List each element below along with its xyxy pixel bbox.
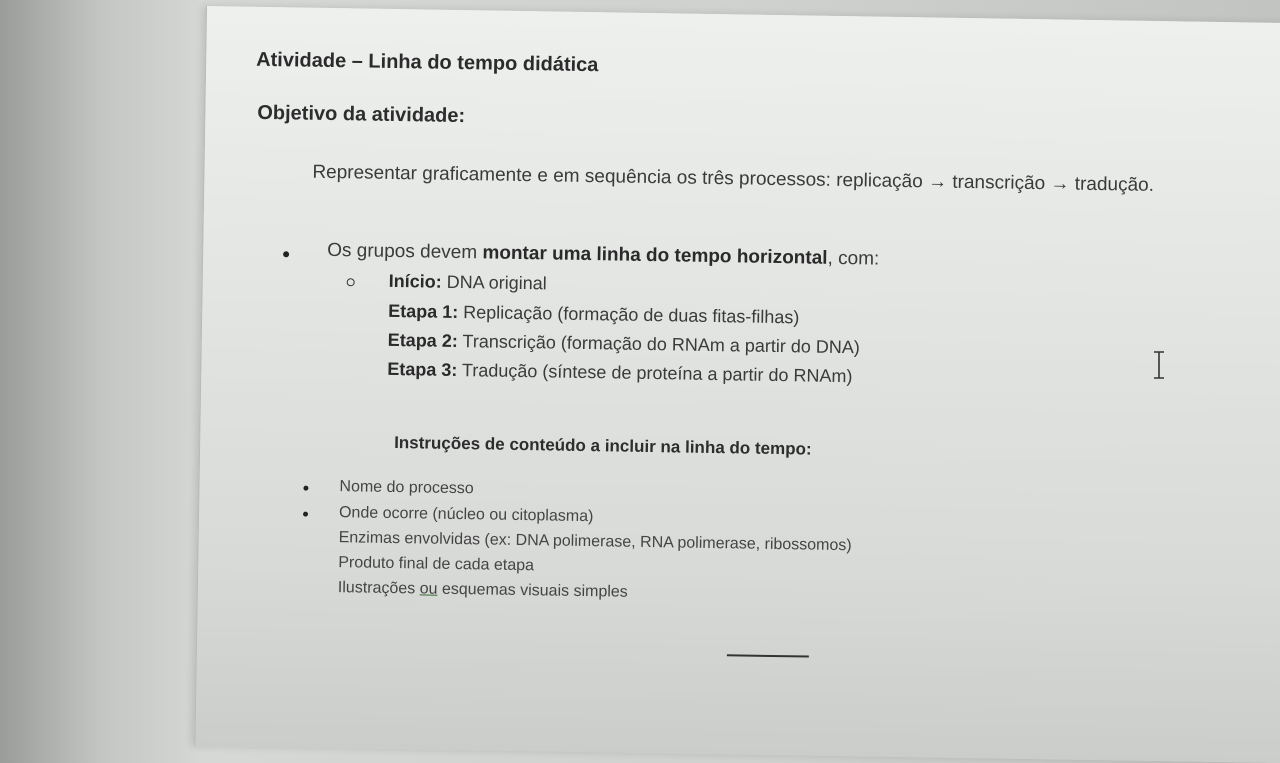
bullet-icon — [303, 485, 309, 491]
instruction-text: esquemas visuais simples — [437, 580, 628, 601]
timeline-intro-suffix: , com: — [827, 247, 880, 270]
bullet-icon — [302, 511, 309, 517]
stage-text: DNA original — [441, 271, 547, 294]
stage-text: Replicação (formação de duas fitas-filha… — [458, 302, 800, 328]
instruction-item: Produto final de cada etapa — [338, 554, 535, 575]
instruction-item: Nome do processo — [339, 478, 474, 498]
stage-label: Etapa 2: — [387, 329, 458, 351]
stage-item: Etapa 2: Transcrição (formação do RNAm a… — [388, 330, 860, 358]
timeline-intro-prefix: Os grupos devem — [327, 239, 483, 264]
instruction-item: Enzimas envolvidas (ex: DNA polimerase, … — [338, 529, 852, 555]
horizontal-rule — [726, 654, 809, 658]
stage-label: Etapa 1: — [388, 300, 459, 322]
circle-bullet-icon — [346, 278, 355, 287]
timeline-intro: Os grupos devem montar uma linha do temp… — [327, 240, 879, 271]
timeline-intro-bold: montar uma linha do tempo horizontal — [482, 242, 828, 269]
stage-text: Tradução (síntese de proteína a partir d… — [457, 359, 853, 387]
instruction-item: Onde ocorre (núcleo ou citoplasma) — [338, 504, 594, 526]
stage-item: Início: DNA original — [389, 271, 547, 294]
stage-text: Transcrição (formação do RNAm a partir d… — [457, 330, 861, 358]
spellcheck-underlined-word: ou — [419, 580, 438, 598]
stage-item: Etapa 1: Replicação (formação de duas fi… — [388, 301, 799, 328]
instruction-item: Ilustrações ou esquemas visuais simples — [338, 579, 628, 602]
objective-heading: Objetivo da atividade: — [257, 101, 466, 128]
stage-item: Etapa 3: Tradução (síntese de proteína a… — [387, 358, 853, 387]
bullet-icon — [283, 251, 290, 258]
text-cursor-icon — [1154, 351, 1164, 379]
instructions-heading: Instruções de conteúdo a incluir na linh… — [394, 433, 812, 459]
objective-text: Representar graficamente e em sequência … — [312, 161, 1155, 196]
document-page[interactable]: Atividade – Linha do tempo didática Obje… — [194, 6, 1280, 763]
document-title: Atividade – Linha do tempo didática — [255, 48, 599, 77]
stage-label: Etapa 3: — [387, 358, 458, 380]
instruction-text: Ilustrações — [337, 579, 420, 598]
stage-label: Início: — [388, 270, 442, 292]
